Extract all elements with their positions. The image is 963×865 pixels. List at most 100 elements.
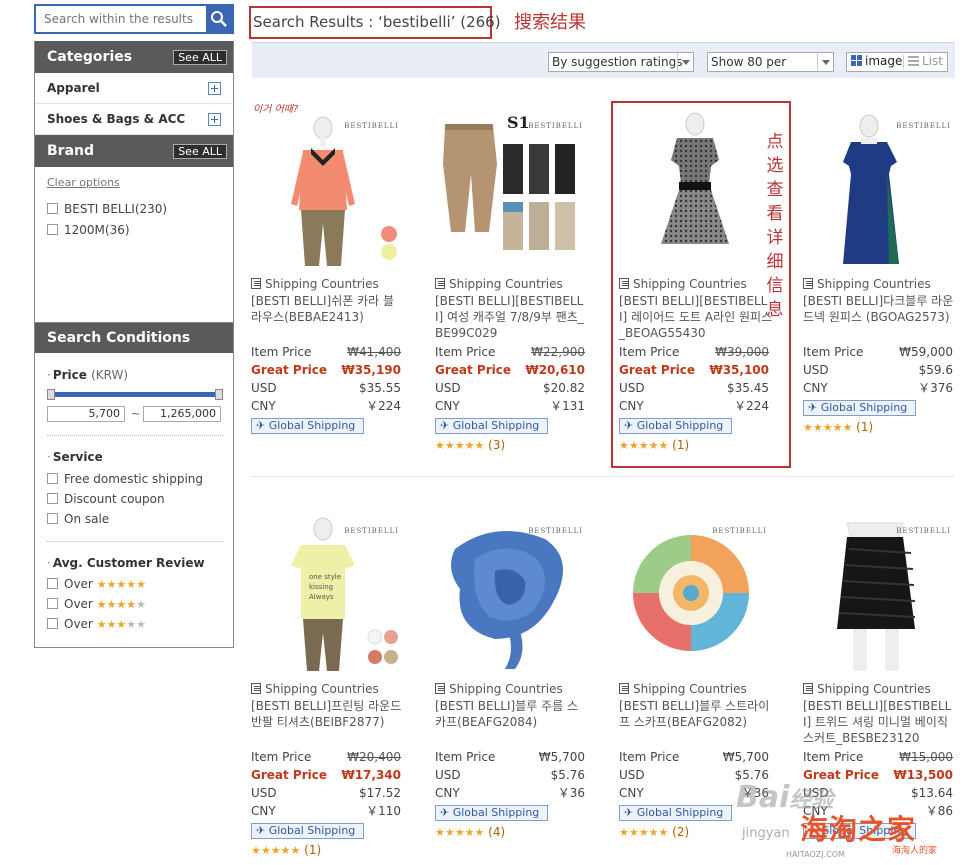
product-image[interactable]: BESTIBELLI: [435, 509, 585, 674]
search-input[interactable]: [36, 6, 204, 32]
checkbox[interactable]: [47, 618, 58, 629]
clear-options-link[interactable]: Clear options: [47, 176, 120, 189]
checkbox[interactable]: [47, 493, 58, 504]
item-price-label: Item Price: [803, 750, 864, 764]
category-item-apparel[interactable]: Apparel: [35, 73, 233, 104]
checkbox[interactable]: [47, 578, 58, 589]
product-image[interactable]: BESTIBELLI: [803, 509, 953, 674]
service-discount-coupon[interactable]: Discount coupon: [47, 491, 165, 507]
product-card[interactable]: S1 BESTIBELLI Shipping Countries [BESTI …: [435, 104, 605, 484]
customer-rating: ★★★★★ (1): [803, 420, 873, 434]
review-option-5[interactable]: Over ★★★★★: [47, 576, 146, 592]
product-name-link[interactable]: [BESTI BELLI][BESTIBELLI] 트위드 셔링 미니멀 베이직…: [803, 698, 957, 746]
brand-option-1200m[interactable]: 1200M(36): [47, 222, 130, 238]
rating-count[interactable]: (2): [672, 825, 689, 839]
svg-text:Always: Always: [309, 593, 334, 601]
results-toolbar: By suggestion ratings Show 80 per image …: [252, 42, 955, 78]
brand-header: Brand See ALL: [35, 135, 233, 167]
product-name-link[interactable]: [BESTI BELLI]블루 스트라이프 스카프(BEAFG2082): [619, 698, 773, 730]
usd-label: USD: [435, 768, 461, 782]
product-card[interactable]: BESTIBELLI Shipping Countries [BESTI BEL…: [803, 104, 963, 484]
product-image[interactable]: one style kissing Always BESTIBELLI: [251, 509, 401, 674]
brand-logo: BESTIBELLI: [528, 527, 583, 535]
checkbox[interactable]: [47, 224, 58, 235]
view-list-button[interactable]: List: [908, 53, 943, 71]
product-name-link[interactable]: [BESTI BELLI]프린팅 라운드 반팔 티셔츠(BEIBF2877): [251, 698, 405, 730]
price-min-input[interactable]: 5,700: [47, 406, 125, 422]
usd-value: $35.55: [359, 381, 401, 395]
brand-option-besti-belli[interactable]: BESTI BELLI(230): [47, 201, 167, 217]
product-image[interactable]: BESTIBELLI: [619, 509, 769, 674]
product-name-link[interactable]: [BESTI BELLI]다크블루 라운드넥 원피스 (BGOAG2573): [803, 293, 957, 325]
rating-count[interactable]: (1): [304, 843, 321, 857]
great-price-value: ₩35,190: [341, 363, 401, 377]
customer-rating: ★★★★★ (4): [435, 825, 505, 839]
categories-see-all-button[interactable]: See ALL: [173, 50, 227, 65]
global-shipping-label: Global Shipping: [268, 419, 356, 432]
checkbox[interactable]: [47, 513, 58, 524]
great-price-label: Great Price: [251, 363, 327, 377]
service-on-sale[interactable]: On sale: [47, 511, 109, 527]
review-option-4[interactable]: Over ★★★★★: [47, 596, 146, 612]
global-shipping-badge: ✈ Global Shipping: [619, 805, 733, 821]
svg-text:one style: one style: [309, 573, 341, 581]
shipping-countries-label: Shipping Countries: [265, 277, 379, 291]
sticker-text: 이거 어때?: [253, 104, 299, 115]
rating-count[interactable]: (4): [488, 825, 505, 839]
expand-plus-icon[interactable]: [208, 82, 221, 95]
product-image[interactable]: BESTIBELLI: [803, 104, 953, 269]
cny-row: CNY ￥110: [251, 802, 401, 820]
item-price-value: ₩5,700: [538, 750, 585, 764]
product-image[interactable]: S1 BESTIBELLI: [435, 104, 585, 269]
usd-row: USD $35.55: [251, 379, 401, 397]
rating-count[interactable]: (3): [488, 438, 505, 452]
product-name-link[interactable]: [BESTI BELLI]쉬폰 카라 블라우스(BEBAE2413): [251, 293, 405, 325]
great-price-value: ₩13,500: [893, 768, 953, 782]
product-image[interactable]: 이거 어때? BESTIBELLI: [251, 104, 401, 269]
service-free-domestic-shipping[interactable]: Free domestic shipping: [47, 471, 203, 487]
rating-count[interactable]: (1): [856, 420, 873, 434]
product-name-link[interactable]: [BESTI BELLI]블루 주름 스카프(BEAFG2084): [435, 698, 589, 730]
price-label: · Price (KRW): [47, 368, 129, 382]
price-slider-min-handle[interactable]: [47, 389, 55, 400]
price-slider[interactable]: [47, 389, 223, 400]
checkbox[interactable]: [47, 203, 58, 214]
category-item-shoes-bags[interactable]: Shoes & Bags & ACC: [35, 104, 233, 135]
product-card[interactable]: BESTIBELLI Shipping Countries [BESTI BEL…: [435, 509, 605, 865]
per-page-select[interactable]: Show 80 per: [707, 52, 834, 72]
global-shipping-label: Global Shipping: [268, 824, 356, 837]
review-option-3[interactable]: Over ★★★★★: [47, 616, 146, 632]
cny-label: CNY: [803, 381, 828, 395]
annotation-click-details: 点 选 查 看 详 细 信 息: [766, 132, 784, 320]
usd-label: USD: [251, 786, 277, 800]
product-card[interactable]: 이거 어때? BESTIBELLI Shipping Countries [BE…: [251, 104, 421, 484]
shipping-countries-label: Shipping Countries: [817, 682, 931, 696]
shipping-countries-label: Shipping Countries: [449, 682, 563, 696]
search-conditions-panel: Search Conditions · Price (KRW) 5,700 ~ 1…: [34, 322, 234, 648]
price-slider-max-handle[interactable]: [215, 389, 223, 400]
shipping-countries: Shipping Countries: [251, 277, 379, 291]
sort-select[interactable]: By suggestion ratings: [548, 52, 694, 72]
great-price-value: ₩20,610: [525, 363, 585, 377]
shipping-countries: Shipping Countries: [435, 682, 563, 696]
expand-plus-icon[interactable]: [208, 113, 221, 126]
brand-see-all-button[interactable]: See ALL: [173, 144, 227, 159]
shipping-countries: Shipping Countries: [435, 277, 563, 291]
price-max-input[interactable]: 1,265,000: [143, 406, 221, 422]
brand-logo: BESTIBELLI: [344, 527, 399, 535]
customer-rating: ★★★★★ (2): [619, 825, 689, 839]
shipping-countries: Shipping Countries: [803, 682, 931, 696]
product-card[interactable]: one style kissing Always BESTIBELLI Ship…: [251, 509, 421, 865]
great-price-label: Great Price: [435, 363, 511, 377]
item-price-value: ₩15,000: [899, 750, 953, 764]
search-button[interactable]: [206, 6, 232, 32]
usd-label: USD: [803, 363, 829, 377]
cny-label: CNY: [251, 399, 276, 413]
divider: [47, 435, 223, 436]
product-name-link[interactable]: [BESTI BELLI][BESTIBELLI] 여성 캐주얼 7/8/9부 …: [435, 293, 589, 341]
checkbox[interactable]: [47, 473, 58, 484]
checkbox[interactable]: [47, 598, 58, 609]
view-image-button[interactable]: image: [851, 53, 902, 71]
price-slider-track: [51, 392, 219, 397]
haitao-slogan: 海淘人的家: [892, 846, 938, 856]
